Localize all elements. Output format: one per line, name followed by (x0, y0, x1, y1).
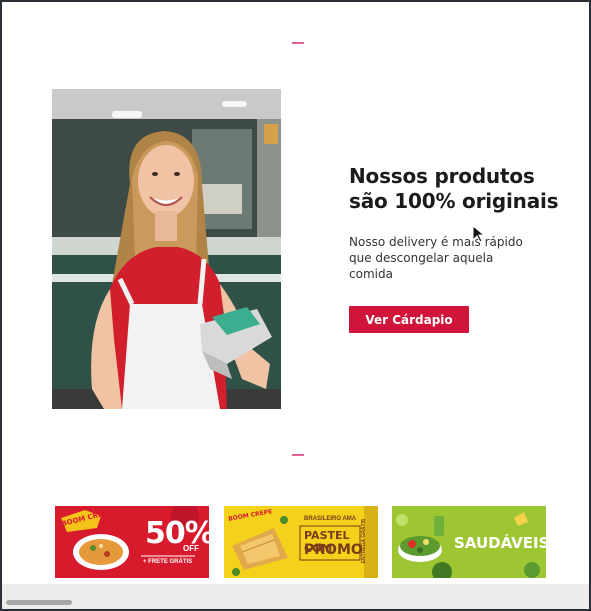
page-frame: Nossos produtos são 100% originais Nosso… (2, 2, 589, 609)
mouse-cursor-icon (472, 225, 486, 243)
hero-photo (52, 89, 281, 409)
bottom-scroll-area (2, 584, 589, 609)
hero-text-block: Nossos produtos são 100% originais Nosso… (349, 164, 569, 282)
promo-banner-pastel[interactable]: BOOM CREPE BRASILEIRO AMA PASTEL COM PRO… (224, 506, 378, 578)
promo-headline: SAUDÁVEIS (454, 534, 546, 552)
promo-side-label: ENTREGA GRÁTIS (361, 518, 367, 564)
promo-overline: BRASILEIRO AMA (304, 516, 357, 522)
section-divider (292, 42, 304, 44)
promo-banner-discount[interactable]: BOOM CREPE 50% OFF + FRETE GRÁTIS (55, 506, 209, 578)
promo-note: + FRETE GRÁTIS (143, 559, 193, 565)
view-menu-button[interactable]: Ver Cárdapio (349, 306, 469, 333)
promo-headline-2: PROMO (304, 542, 363, 558)
promo-banner-healthy[interactable]: SAUDÁVEIS (392, 506, 546, 578)
promo-suffix: OFF (183, 544, 199, 553)
hero-title: Nossos produtos são 100% originais (349, 164, 559, 213)
section-divider (292, 454, 304, 456)
horizontal-scrollbar-thumb[interactable] (6, 600, 72, 605)
promo-headline: 50% (145, 516, 209, 551)
hero-subtitle: Nosso delivery é mais rápido que descong… (349, 235, 523, 281)
